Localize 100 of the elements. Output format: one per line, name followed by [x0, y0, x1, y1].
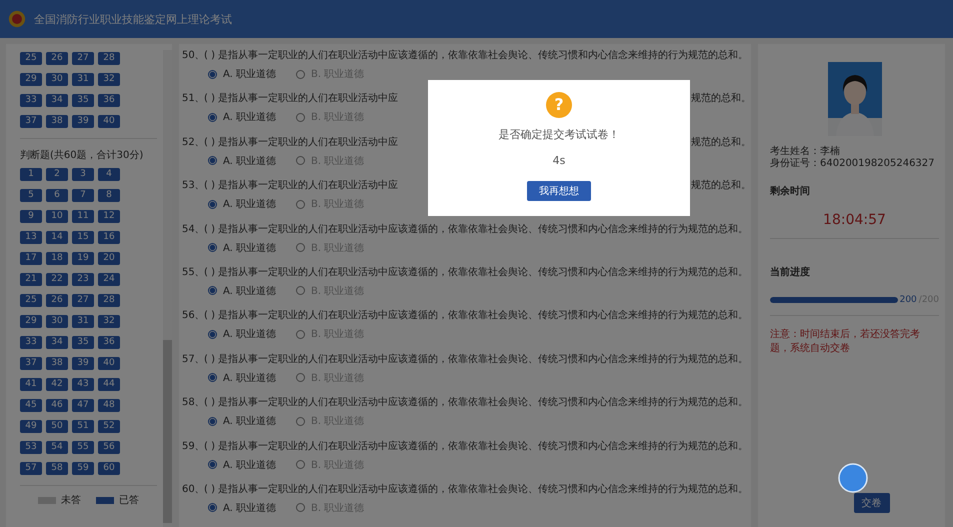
question-number-button[interactable]: 6	[46, 189, 68, 202]
radio-button[interactable]	[208, 416, 217, 426]
question-number-button[interactable]: 37	[20, 115, 42, 128]
radio-button[interactable]	[208, 330, 217, 339]
option-label[interactable]: A. 职业道德	[223, 67, 276, 81]
question-number-button[interactable]: 16	[98, 231, 120, 244]
question-number-button[interactable]: 27	[72, 294, 94, 307]
question-number-button[interactable]: 45	[20, 399, 42, 412]
question-number-button[interactable]: 9	[20, 210, 42, 223]
question-number-button[interactable]: 2	[46, 168, 68, 181]
reconsider-button[interactable]: 我再想想	[527, 181, 591, 201]
option-label[interactable]: A. 职业道德	[223, 500, 276, 515]
radio-button[interactable]	[296, 243, 306, 252]
question-number-button[interactable]: 40	[98, 357, 120, 370]
option-label[interactable]: A. 职业道德	[223, 327, 276, 342]
radio-button[interactable]	[208, 70, 217, 78]
question-number-button[interactable]: 1	[20, 168, 42, 181]
question-number-button[interactable]: 47	[72, 399, 94, 412]
question-number-button[interactable]: 33	[20, 336, 42, 349]
question-number-button[interactable]: 28	[98, 52, 120, 65]
question-number-button[interactable]: 14	[46, 231, 68, 244]
question-number-button[interactable]: 10	[46, 210, 68, 223]
question-number-button[interactable]: 33	[20, 94, 42, 107]
option-label[interactable]: A. 职业道德	[223, 284, 276, 298]
question-number-button[interactable]: 42	[46, 378, 68, 391]
question-number-button[interactable]: 36	[98, 94, 120, 107]
question-number-button[interactable]: 36	[98, 336, 120, 349]
question-number-button[interactable]: 52	[98, 420, 120, 433]
question-number-button[interactable]: 30	[46, 315, 68, 328]
question-number-button[interactable]: 50	[46, 420, 68, 433]
question-number-button[interactable]: 25	[20, 52, 42, 65]
question-number-button[interactable]: 21	[20, 273, 42, 286]
radio-button[interactable]	[296, 156, 306, 166]
question-number-button[interactable]: 27	[72, 52, 94, 65]
question-number-button[interactable]: 57	[20, 462, 42, 475]
question-number-button[interactable]: 30	[46, 73, 68, 86]
option-label[interactable]: A. 职业道德	[223, 110, 276, 124]
radio-button[interactable]	[296, 416, 306, 426]
question-number-button[interactable]: 31	[72, 315, 94, 328]
question-number-button[interactable]: 3	[72, 168, 94, 181]
question-number-button[interactable]: 31	[72, 73, 94, 86]
question-number-button[interactable]: 28	[98, 294, 120, 307]
option-label[interactable]: A. 职业道德	[223, 240, 276, 255]
question-number-button[interactable]: 35	[72, 94, 94, 107]
question-number-button[interactable]: 5	[20, 189, 42, 202]
question-number-button[interactable]: 18	[46, 252, 68, 265]
question-number-button[interactable]: 58	[46, 462, 68, 475]
question-number-button[interactable]: 25	[20, 294, 42, 307]
question-number-button[interactable]: 29	[20, 315, 42, 328]
question-number-button[interactable]: 59	[72, 462, 94, 475]
radio-button[interactable]	[208, 460, 217, 470]
question-number-button[interactable]: 53	[20, 441, 42, 454]
radio-button[interactable]	[208, 286, 217, 296]
radio-button[interactable]	[208, 503, 217, 512]
question-number-button[interactable]: 56	[98, 441, 120, 454]
question-number-button[interactable]: 38	[46, 357, 68, 370]
radio-button[interactable]	[208, 200, 217, 209]
question-number-button[interactable]: 35	[72, 336, 94, 349]
question-number-button[interactable]: 34	[46, 94, 68, 107]
radio-button[interactable]	[208, 373, 217, 382]
question-number-button[interactable]: 60	[98, 462, 120, 475]
question-number-button[interactable]: 39	[72, 357, 94, 370]
scrollbar-thumb[interactable]	[163, 340, 172, 523]
question-number-button[interactable]: 7	[72, 189, 94, 202]
question-number-button[interactable]: 15	[72, 231, 94, 244]
question-number-button[interactable]: 46	[46, 399, 68, 412]
floating-circle-icon[interactable]	[838, 463, 868, 493]
question-number-button[interactable]: 8	[98, 189, 120, 202]
radio-button[interactable]	[296, 286, 306, 296]
question-number-button[interactable]: 24	[98, 273, 120, 286]
option-label[interactable]: A. 职业道德	[223, 370, 276, 385]
question-number-button[interactable]: 34	[46, 336, 68, 349]
option-label[interactable]: A. 职业道德	[223, 197, 276, 212]
option-label[interactable]: A. 职业道德	[223, 414, 276, 428]
question-number-button[interactable]: 54	[46, 441, 68, 454]
question-number-button[interactable]: 37	[20, 357, 42, 370]
scrollbar[interactable]	[163, 50, 172, 527]
question-number-button[interactable]: 4	[98, 168, 120, 181]
question-number-button[interactable]: 55	[72, 441, 94, 454]
radio-button[interactable]	[296, 373, 306, 382]
question-number-button[interactable]: 48	[98, 399, 120, 412]
radio-button[interactable]	[296, 330, 306, 339]
question-number-button[interactable]: 40	[98, 115, 120, 128]
question-number-button[interactable]: 44	[98, 378, 120, 391]
question-number-button[interactable]: 19	[72, 252, 94, 265]
radio-button[interactable]	[296, 200, 306, 209]
question-number-button[interactable]: 22	[46, 273, 68, 286]
question-number-button[interactable]: 12	[98, 210, 120, 223]
submit-button[interactable]: 交卷	[854, 493, 890, 513]
question-number-button[interactable]: 26	[46, 294, 68, 307]
radio-button[interactable]	[208, 156, 217, 166]
question-number-button[interactable]: 49	[20, 420, 42, 433]
question-number-button[interactable]: 51	[72, 420, 94, 433]
question-number-button[interactable]: 13	[20, 231, 42, 244]
radio-button[interactable]	[296, 70, 306, 78]
question-number-button[interactable]: 32	[98, 315, 120, 328]
question-number-button[interactable]: 38	[46, 115, 68, 128]
question-number-button[interactable]: 23	[72, 273, 94, 286]
radio-button[interactable]	[296, 460, 306, 470]
question-number-button[interactable]: 39	[72, 115, 94, 128]
